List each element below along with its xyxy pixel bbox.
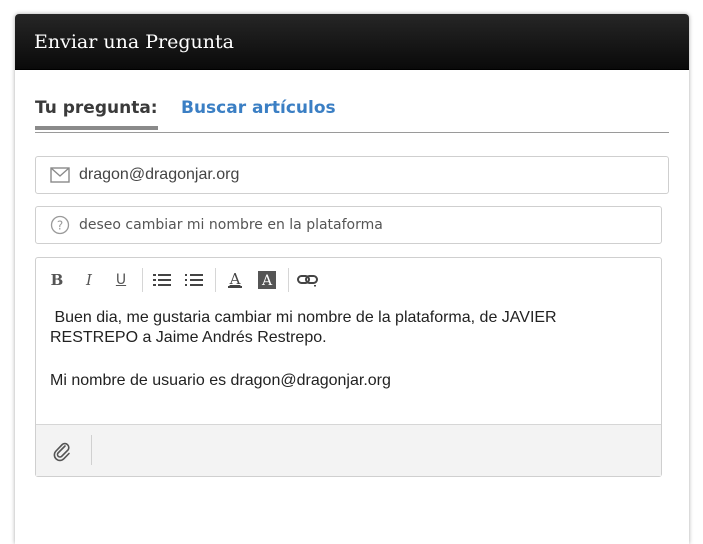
numbered-list-icon[interactable]: [183, 269, 205, 291]
text-color-icon[interactable]: A: [224, 269, 246, 291]
svg-text:?: ?: [57, 219, 63, 233]
bulleted-list-icon[interactable]: [151, 269, 173, 291]
svg-text:A: A: [229, 271, 241, 288]
panel-header: Enviar una Pregunta: [15, 14, 689, 70]
italic-icon[interactable]: I: [78, 269, 100, 291]
editor-footer: [36, 424, 661, 476]
subject-field[interactable]: ?: [35, 206, 662, 244]
svg-text:A: A: [261, 273, 273, 289]
paperclip-icon[interactable]: [51, 440, 73, 462]
tab-bar: Tu pregunta: Buscar artículos: [35, 94, 669, 133]
subject-input[interactable]: [79, 217, 661, 233]
question-panel: Enviar una Pregunta Tu pregunta: Buscar …: [15, 14, 689, 544]
underline-icon[interactable]: U: [110, 269, 132, 291]
link-icon[interactable]: [297, 269, 319, 291]
panel-title: Enviar una Pregunta: [34, 30, 234, 53]
bold-icon[interactable]: B: [46, 269, 68, 291]
toolbar-divider: [288, 268, 289, 292]
tab-search-articles[interactable]: Buscar artículos: [181, 98, 336, 118]
editor-toolbar: B I U A A: [46, 268, 329, 292]
toolbar-divider: [215, 268, 216, 292]
toolbar-divider: [142, 268, 143, 292]
message-line: Buen dia, me gustaria cambiar mi nombre …: [50, 309, 557, 326]
question-circle-icon: ?: [49, 214, 71, 236]
envelope-icon: [49, 164, 71, 186]
email-input[interactable]: [79, 166, 668, 184]
editor-body[interactable]: Buen dia, me gustaria cambiar mi nombre …: [50, 308, 610, 391]
message-editor[interactable]: B I U A A Buen dia, me gustaria cambiar …: [35, 257, 662, 477]
footer-divider: [91, 435, 92, 465]
message-line: RESTREPO a Jaime Andrés Restrepo.: [50, 329, 327, 346]
background-color-icon[interactable]: A: [256, 269, 278, 291]
email-field[interactable]: [35, 156, 669, 194]
tab-your-question[interactable]: Tu pregunta:: [35, 98, 158, 130]
message-line: Mi nombre de usuario es dragon@dragonjar…: [50, 372, 391, 389]
